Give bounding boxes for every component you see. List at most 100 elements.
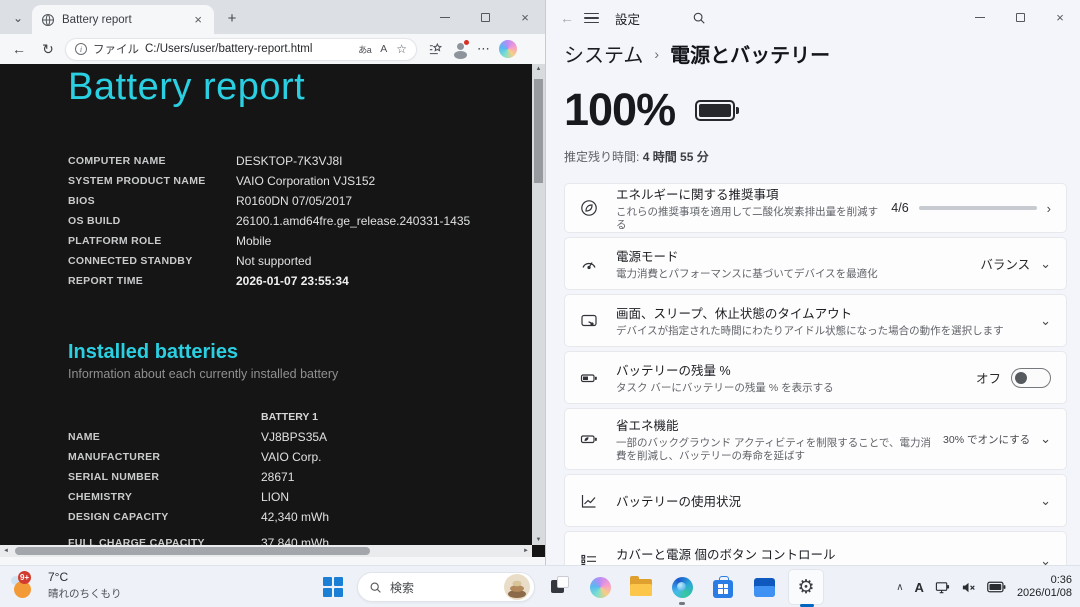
scroll-right-icon[interactable]: ► xyxy=(523,548,529,554)
toolbar-actions: ⋯ xyxy=(428,40,517,58)
scrollbar-thumb[interactable] xyxy=(15,547,370,555)
battery-percent-icon xyxy=(580,369,604,387)
card-battery-usage[interactable]: バッテリーの使用状況 ⌄ xyxy=(564,474,1067,527)
close-button[interactable]: × xyxy=(1040,0,1080,34)
tab-close-icon[interactable]: × xyxy=(191,12,205,27)
address-url: C:/Users/user/battery-report.html xyxy=(145,43,312,55)
back-icon[interactable]: ← xyxy=(7,37,31,61)
page-title: 電源とバッテリー xyxy=(670,39,830,68)
battery-icon xyxy=(695,100,735,121)
site-info-icon[interactable]: i xyxy=(75,43,87,55)
weather-widget[interactable]: 9+ 7°C 晴れのちくもり xyxy=(10,570,122,601)
scroll-up-icon[interactable]: ▲ xyxy=(536,66,542,72)
maximize-button[interactable] xyxy=(1000,0,1040,34)
estimate-label: 推定残り時間: xyxy=(564,150,639,164)
card-title: カバーと電源 個のボタン コントロール xyxy=(616,544,1030,563)
weather-icon: 9+ xyxy=(10,571,40,601)
running-indicator xyxy=(679,602,685,605)
read-aloud-icon[interactable]: A xyxy=(380,43,387,55)
task-view-button[interactable] xyxy=(542,567,576,607)
copilot-button[interactable] xyxy=(583,567,617,607)
battery-percent-toggle[interactable] xyxy=(1011,368,1051,388)
start-button[interactable] xyxy=(316,567,350,607)
ethernet-icon[interactable] xyxy=(935,580,950,595)
battery-status: 100% xyxy=(546,84,1080,136)
windows-logo-icon xyxy=(323,577,343,597)
recommendations-progress-bar xyxy=(919,206,1037,210)
weather-condition: 晴れのちくもり xyxy=(48,586,122,601)
table-row: COMPUTER NAMEDESKTOP-7K3VJ8I xyxy=(68,151,545,171)
back-icon[interactable]: ← xyxy=(560,10,584,26)
chevron-right-icon[interactable]: › xyxy=(1047,201,1051,216)
settings-window: ← 設定 × システム › 電源とバッテリー 100% 推定残り時間: xyxy=(545,0,1080,565)
horizontal-scrollbar[interactable]: ◄ ► xyxy=(0,545,532,557)
menu-icon[interactable] xyxy=(584,13,599,23)
table-row: CONNECTED STANDBYNot supported xyxy=(68,251,545,271)
recommendations-count: 4/6 xyxy=(891,201,908,215)
card-energy-saver[interactable]: 省エネ機能 一部のバックグラウンド アクティビティを制限することで、電力消費を削… xyxy=(564,408,1067,470)
chevron-down-icon[interactable]: ⌄ xyxy=(1040,493,1051,509)
copilot-icon[interactable] xyxy=(499,40,517,58)
taskbar-search[interactable]: 検索 xyxy=(357,572,535,602)
card-battery-percentage[interactable]: バッテリーの残量 % タスク バーにバッテリーの残量 % を表示する オフ xyxy=(564,351,1067,404)
ime-mode-indicator[interactable]: A xyxy=(915,580,924,595)
power-mode-value: バランス xyxy=(980,254,1030,273)
minimize-button[interactable] xyxy=(960,0,1000,34)
edge-button[interactable] xyxy=(665,567,699,607)
taskbar-clock[interactable]: 0:36 2026/01/08 xyxy=(1017,574,1072,600)
close-button[interactable]: × xyxy=(505,0,545,34)
outlook-button[interactable] xyxy=(747,567,781,607)
maximize-button[interactable] xyxy=(465,0,505,34)
edge-tab-strip: ⌄ Battery report × + × xyxy=(0,0,545,34)
battery-leaf-icon xyxy=(580,430,604,448)
card-title: 省エネ機能 xyxy=(616,415,933,434)
card-screen-sleep-timeout[interactable]: 画面、スリープ、休止状態のタイムアウト デバイスが指定された時間にわたりアイドル… xyxy=(564,294,1067,347)
display-icon xyxy=(580,312,604,330)
table-row: DESIGN CAPACITY42,340 mWh xyxy=(68,507,545,527)
minimize-button[interactable] xyxy=(425,0,465,34)
tab-search-chevron-icon[interactable]: ⌄ xyxy=(6,7,30,29)
card-power-mode[interactable]: 電源モード 電力消費とパフォーマンスに基づいてデバイスを最適化 バランス ⌄ xyxy=(564,237,1067,290)
battery-tray-icon[interactable] xyxy=(987,581,1006,593)
favorites-hub-icon[interactable] xyxy=(428,42,443,57)
favorite-star-icon[interactable]: ☆ xyxy=(396,42,407,56)
address-bar[interactable]: i ファイル C:/Users/user/battery-report.html… xyxy=(65,38,417,61)
store-icon xyxy=(713,580,733,598)
estimate-value: 4 時間 55 分 xyxy=(643,150,709,164)
translate-icon[interactable]: あa xyxy=(358,43,371,56)
settings-button-active[interactable]: ⚙ xyxy=(788,569,824,605)
card-subtitle: 一部のバックグラウンド アクティビティを制限することで、電力消費を削減し、バッテ… xyxy=(616,437,933,463)
system-info-table: COMPUTER NAMEDESKTOP-7K3VJ8I SYSTEM PROD… xyxy=(68,151,545,291)
card-energy-recommendations[interactable]: エネルギーに関する推奨事項 これらの推奨事項を適用して二酸化炭素排出量を削減する… xyxy=(564,183,1067,233)
table-row: MANUFACTURERVAIO Corp. xyxy=(68,447,545,467)
chevron-down-icon[interactable]: ⌄ xyxy=(1040,313,1051,329)
more-menu-icon[interactable]: ⋯ xyxy=(477,41,491,57)
chevron-down-icon[interactable]: ⌄ xyxy=(1040,431,1051,447)
vertical-scrollbar[interactable]: ▲ ▼ xyxy=(532,64,545,545)
settings-app-title: 設定 xyxy=(615,9,640,28)
refresh-icon[interactable]: ↻ xyxy=(36,37,60,61)
gauge-icon xyxy=(580,255,604,273)
eco-leaf-icon xyxy=(580,199,604,217)
card-title: 画面、スリープ、休止状態のタイムアウト xyxy=(616,303,1030,322)
scrollbar-thumb[interactable] xyxy=(534,79,543,183)
new-tab-button[interactable]: + xyxy=(220,6,244,30)
system-tray: ∧ A 0:36 2026/01/08 xyxy=(896,566,1072,607)
card-lid-power-controls[interactable]: カバーと電源 個のボタン コントロール デバイスの物理コントロールを操作したとき… xyxy=(564,531,1067,565)
volume-muted-icon[interactable] xyxy=(961,580,976,595)
chevron-down-icon[interactable]: ⌄ xyxy=(1040,256,1051,272)
file-explorer-button[interactable] xyxy=(624,567,658,607)
clock-time: 0:36 xyxy=(1017,574,1072,587)
search-highlight-image xyxy=(504,574,530,600)
profile-avatar[interactable] xyxy=(451,40,469,58)
table-row: NAMEVJ8BPS35A xyxy=(68,427,545,447)
scroll-left-icon[interactable]: ◄ xyxy=(3,548,9,554)
chevron-down-icon[interactable]: ⌄ xyxy=(1040,553,1051,565)
weather-temp: 7°C xyxy=(48,570,122,584)
hidden-icons-chevron[interactable]: ∧ xyxy=(896,582,903,593)
scroll-down-icon[interactable]: ▼ xyxy=(536,537,542,543)
store-button[interactable] xyxy=(706,567,740,607)
browser-tab[interactable]: Battery report × xyxy=(32,5,214,34)
search-icon[interactable] xyxy=(692,11,706,25)
breadcrumb-system[interactable]: システム xyxy=(564,39,643,68)
